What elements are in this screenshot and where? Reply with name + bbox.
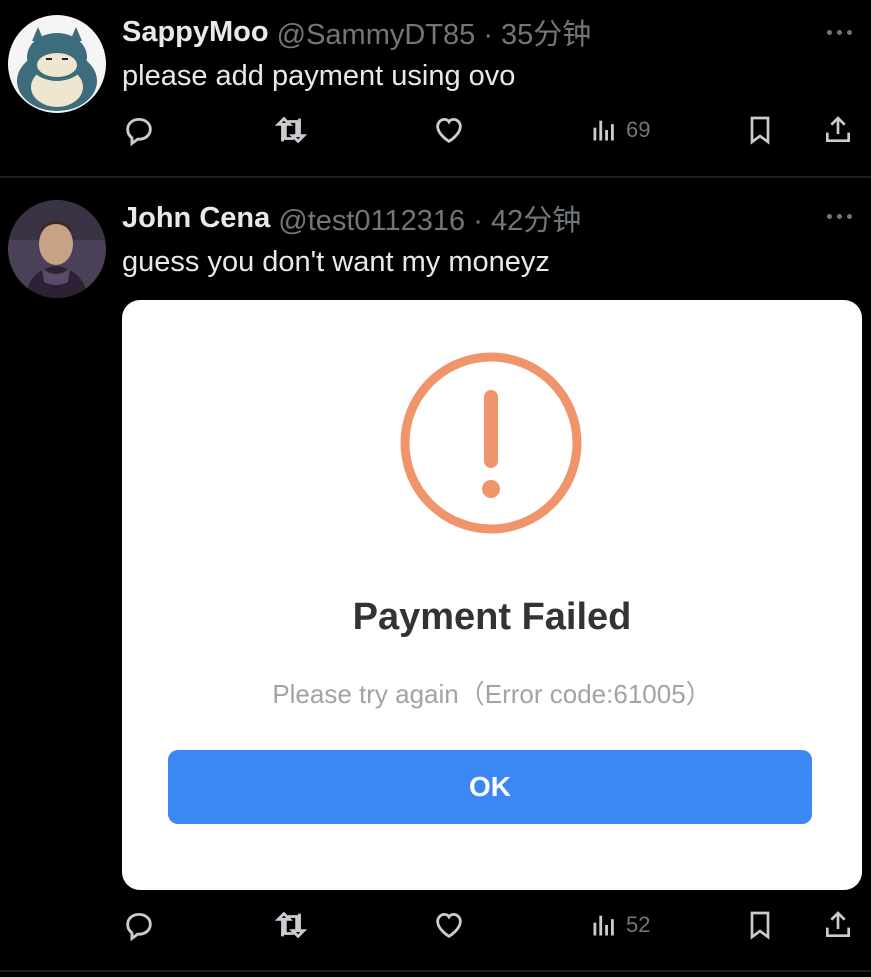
retweet-button[interactable] — [274, 905, 308, 945]
views-count: 69 — [626, 117, 651, 142]
handle-and-time[interactable]: @SammyDT85 · 35分钟 — [277, 11, 592, 53]
tweet[interactable]: SappyMoo @SammyDT85 · 35分钟 please add pa… — [0, 0, 871, 175]
retweet-icon — [274, 116, 308, 144]
reply-button[interactable] — [122, 110, 156, 150]
reply-icon — [126, 912, 152, 942]
tweet-text: guess you don't want my moneyz — [122, 246, 550, 278]
display-name[interactable]: SappyMoo — [122, 16, 269, 49]
bookmark-button[interactable] — [744, 905, 776, 945]
share-button[interactable] — [822, 905, 854, 945]
like-icon — [436, 912, 462, 938]
action-bar: 69 — [122, 110, 867, 150]
divider — [0, 176, 871, 178]
timeline: SappyMoo @SammyDT85 · 35分钟 please add pa… — [0, 0, 871, 977]
like-button[interactable] — [432, 905, 466, 945]
like-button[interactable] — [432, 110, 466, 150]
share-icon — [826, 116, 850, 142]
tweet[interactable]: John Cena @test0112316 · 42分钟 guess you … — [0, 180, 871, 977]
bookmark-button[interactable] — [744, 110, 776, 150]
dialog-title: Payment Failed — [352, 596, 632, 638]
handle-and-time[interactable]: @test0112316 · 42分钟 — [278, 197, 581, 239]
display-name[interactable]: John Cena — [122, 202, 270, 235]
more-icon[interactable] — [827, 210, 857, 222]
views-icon — [593, 120, 614, 141]
avatar[interactable] — [8, 15, 106, 113]
retweet-button[interactable] — [274, 110, 308, 150]
reply-button[interactable] — [122, 905, 156, 945]
ok-button[interactable]: OK — [168, 750, 812, 824]
views-icon — [593, 915, 614, 936]
dialog-message: Please try again（Error code:61005） — [272, 679, 712, 709]
bookmark-icon — [750, 116, 770, 145]
tweet-header: SappyMoo @SammyDT85 · 35分钟 — [122, 12, 591, 52]
warning-icon — [400, 352, 582, 534]
more-icon[interactable] — [827, 26, 857, 38]
tweet-media-payment-dialog[interactable]: Payment Failed Please try again（Error co… — [122, 300, 862, 890]
retweet-icon — [274, 911, 308, 939]
bookmark-icon — [750, 911, 770, 940]
reply-icon — [126, 117, 152, 147]
like-icon — [436, 117, 462, 143]
tweet-text: please add payment using ovo — [122, 60, 516, 92]
tweet-header: John Cena @test0112316 · 42分钟 — [122, 198, 581, 238]
share-icon — [826, 911, 850, 937]
views-button[interactable]: 52 — [590, 905, 650, 945]
share-button[interactable] — [822, 110, 854, 150]
action-bar: 52 — [122, 905, 867, 945]
views-count: 52 — [626, 912, 651, 937]
divider — [0, 970, 871, 972]
views-button[interactable]: 69 — [590, 110, 650, 150]
avatar[interactable] — [8, 200, 106, 298]
